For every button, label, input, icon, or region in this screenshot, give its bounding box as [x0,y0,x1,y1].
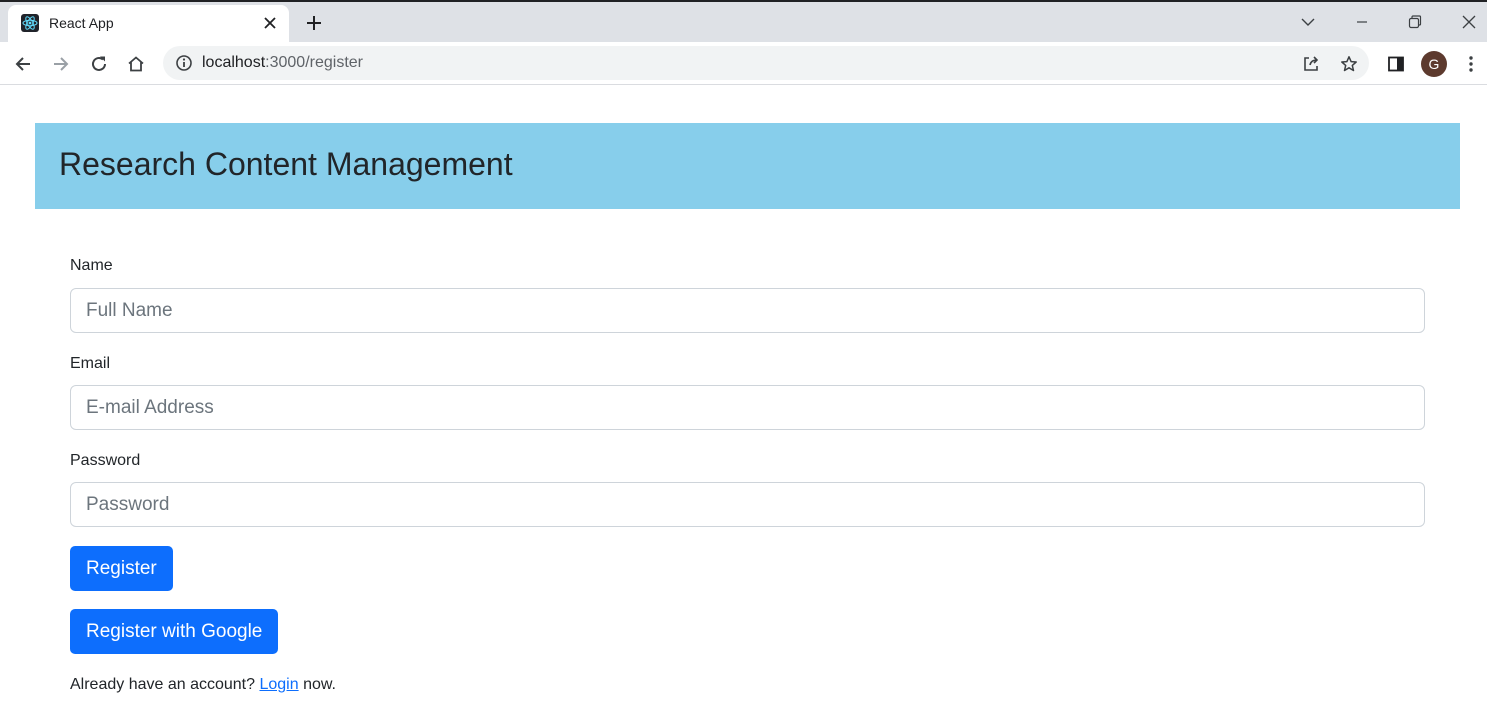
tab-strip: React App [0,0,1487,42]
name-input[interactable] [70,288,1425,333]
page-title: Research Content Management [59,146,513,182]
name-label: Name [70,257,113,274]
browser-tab[interactable]: React App [8,5,289,42]
url-path: :3000/register [265,54,363,71]
share-icon[interactable] [1299,52,1323,76]
password-input[interactable] [70,482,1425,527]
info-icon[interactable] [175,54,193,72]
browser-toolbar: localhost:3000/register G [0,42,1487,85]
home-icon[interactable] [123,51,149,77]
password-label: Password [70,452,141,469]
star-icon[interactable] [1337,52,1361,76]
login-link[interactable]: Login [259,676,298,693]
plus-icon[interactable] [302,11,326,35]
kebab-menu-icon[interactable] [1458,51,1484,77]
register-button[interactable]: Register [70,546,173,591]
profile-avatar[interactable]: G [1421,51,1447,77]
address-bar[interactable]: localhost:3000/register [163,46,1369,80]
arrow-right-icon[interactable] [48,51,74,77]
close-icon[interactable] [259,12,281,34]
url-text[interactable]: localhost:3000/register [202,54,363,72]
chevron-down-icon[interactable] [1296,10,1320,34]
header-banner: Research Content Management [35,123,1460,209]
email-input[interactable] [70,385,1425,430]
reload-icon[interactable] [86,51,112,77]
login-prompt: Already have an account? Login now. [70,676,336,694]
tab-title: React App [49,15,114,31]
login-prompt-prefix: Already have an account? [70,676,260,693]
react-logo-icon [21,14,39,32]
url-host: localhost [202,54,266,71]
arrow-left-icon[interactable] [10,51,36,77]
side-panel-icon[interactable] [1383,51,1409,77]
restore-icon[interactable] [1403,10,1427,34]
login-prompt-suffix: now. [298,676,336,693]
minimize-icon[interactable] [1350,10,1374,34]
close-window-icon[interactable] [1457,10,1481,34]
register-with-google-button[interactable]: Register with Google [70,609,279,654]
email-label: Email [70,355,111,372]
